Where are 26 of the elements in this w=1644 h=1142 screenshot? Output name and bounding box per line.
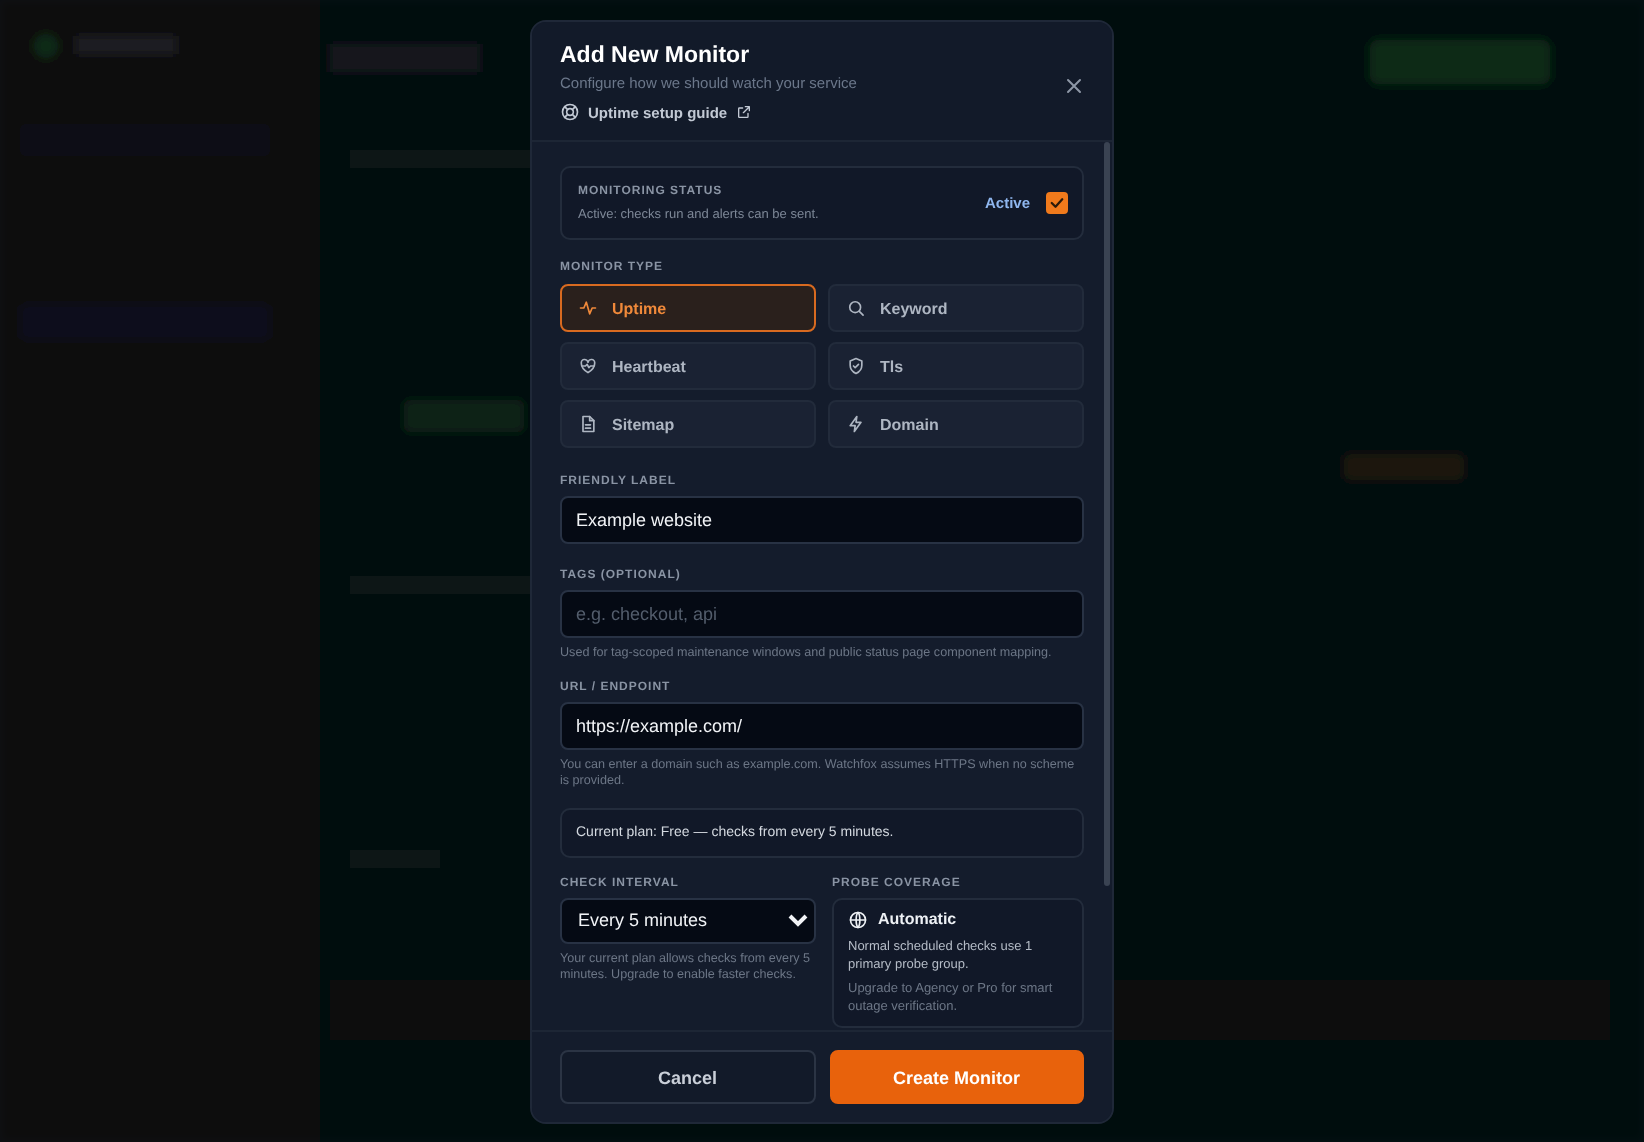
monitor-type-option[interactable]: Sitemap [560, 400, 816, 448]
tags-input-field[interactable]: e.g. checkout, api [560, 590, 1084, 638]
lightning-icon [846, 414, 866, 434]
monitor-type-option[interactable]: Tls [828, 342, 1084, 390]
globe-icon [848, 909, 868, 929]
monitor-type-option[interactable]: Domain [828, 400, 1084, 448]
search-icon [846, 298, 866, 318]
monitor-type-option[interactable]: Heartbeat [560, 342, 816, 390]
probe-mode-title: Automatic [878, 910, 957, 928]
close-icon [1062, 74, 1086, 98]
monitor-type-option[interactable]: Keyword [828, 284, 1084, 332]
interval-select[interactable]: Every 5 minutes [560, 897, 816, 943]
shield-icon [846, 356, 866, 376]
active-checkbox[interactable] [1046, 192, 1068, 214]
url-input-field[interactable]: https://example.com/ [560, 701, 1084, 749]
dialog-title: Add New Monitor [560, 44, 752, 68]
external-link-icon [735, 104, 752, 120]
lifebuoy-icon [560, 102, 580, 122]
heart-pulse-icon [578, 356, 598, 376]
label-input-field[interactable]: Example website [560, 496, 1084, 544]
cancel-button[interactable]: Cancel [560, 1050, 815, 1104]
checkmark-icon [1048, 194, 1066, 212]
close-button[interactable] [1062, 74, 1086, 98]
monitor-type-option[interactable]: Uptime [560, 284, 816, 332]
pulse-icon [578, 298, 598, 318]
document-icon [578, 414, 598, 434]
